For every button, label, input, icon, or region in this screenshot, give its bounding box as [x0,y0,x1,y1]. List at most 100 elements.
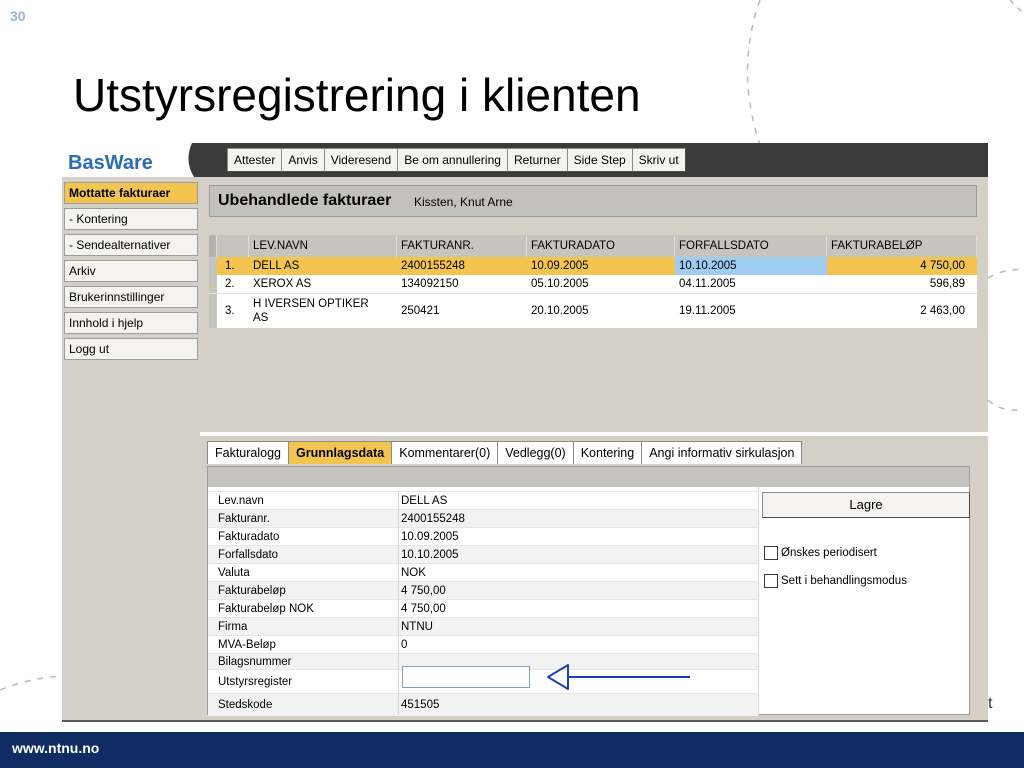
row-number: 1. [225,260,235,272]
detail-row: Lev.navn DELL AS [208,491,758,510]
tab-kontering[interactable]: Kontering [572,441,643,464]
attester-button[interactable]: Attester [227,148,283,172]
detail-label: Valuta [218,567,250,579]
footer-url[interactable]: www.ntnu.no [12,740,99,756]
row-forfallsdato: 10.10.2005 [675,257,827,275]
table-row[interactable]: 3. H IVERSEN OPTIKER AS 250421 20.10.200… [209,293,977,328]
row-fakturabelop: 4 750,00 [920,260,965,272]
nav-kontering[interactable]: - Kontering [64,208,198,230]
detail-value: 10.09.2005 [401,531,459,543]
tab-vedlegg[interactable]: Vedlegg(0) [497,441,574,464]
detail-header-strip [208,467,969,487]
grid-header-row: LEV.NAVN FAKTURANR. FAKTURADATO FORFALLS… [209,235,977,257]
lagre-button[interactable]: Lagre [762,492,970,518]
nav-innhold-i-hjelp[interactable]: Innhold i hjelp [64,312,198,334]
col-header-fakturabelop[interactable]: FAKTURABELØP [827,235,977,257]
row-fakturadato: 05.10.2005 [531,278,589,290]
row-selector-header [209,235,217,257]
detail-row: Forfallsdato 10.10.2005 [208,545,758,564]
detail-row: Fakturabeløp NOK 4 750,00 [208,599,758,618]
table-row[interactable]: 1. DELL AS 2400155248 10.09.2005 10.10.2… [209,257,977,275]
panel-divider [200,432,988,436]
basware-logo: BasWare [62,143,194,177]
detail-row: Fakturanr. 2400155248 [208,509,758,528]
slide-number: 30 [10,8,26,24]
nav-logg-ut[interactable]: Logg ut [64,338,198,360]
detail-value: 2400155248 [401,513,465,525]
toolbar: Attester Anvis Videresend Be om annuller… [227,148,686,172]
videresend-button[interactable]: Videresend [323,148,399,172]
row-lev-navn: H IVERSEN OPTIKER AS [253,298,369,324]
basware-app-window: BasWare Attester Anvis Videresend Be om … [62,143,988,722]
detail-value: 451505 [401,699,440,711]
returner-button[interactable]: Returner [506,148,568,172]
nav-sendealternativer[interactable]: - Sendealternativer [64,234,198,256]
row-fakturanr: 250421 [401,305,440,317]
row-lev-navn: DELL AS [253,260,300,272]
utstyrsregister-input[interactable] [402,666,530,688]
row-forfallsdato: 19.11.2005 [679,305,736,317]
row-fakturadato: 10.09.2005 [531,260,589,272]
row-fakturabelop: 596,89 [929,278,965,290]
detail-row: Valuta NOK [208,563,758,582]
logo-text: BasWare [68,152,153,174]
detail-label: Lev.navn [218,495,264,507]
detail-row: Firma NTNU [208,617,758,636]
anvis-button[interactable]: Anvis [281,148,325,172]
col-header-fakturadato[interactable]: FAKTURADATO [527,235,675,257]
detail-label: Bilagsnummer [218,656,292,668]
row-fakturabelop: 2 463,00 [920,305,965,317]
row-lev-navn: XEROX AS [253,278,312,290]
behandlingsmodus-checkbox[interactable] [764,574,778,588]
behandlingsmodus-option[interactable]: Sett i behandlingsmodus [764,574,907,588]
periodisert-option[interactable]: Ønskes periodisert [764,546,877,560]
col-header-forfallsdato[interactable]: FORFALLSDATO [675,235,827,257]
cropped-text-fragment: t [988,695,993,712]
list-header: Ubehandlede fakturaer Kissten, Knut Arne [209,185,977,217]
tab-angi-informativ-sirkulasjon[interactable]: Angi informativ sirkulasjon [641,441,803,464]
column-divider [398,491,399,715]
detail-label: Fakturadato [218,531,280,543]
detail-label: Stedskode [218,699,273,711]
detail-tabs: Fakturalogg Grunnlagsdata Kommentarer(0)… [207,441,803,464]
tab-kommentarer[interactable]: Kommentarer(0) [391,441,499,464]
nav-mottatte-fakturaer[interactable]: Mottatte fakturaer [64,182,198,204]
row-number: 2. [225,278,235,290]
skriv-ut-button[interactable]: Skriv ut [631,148,686,172]
column-divider [758,487,759,715]
periodisert-label: Ønskes periodisert [781,547,877,560]
periodisert-checkbox[interactable] [764,546,778,560]
detail-value: 0 [401,639,408,651]
top-bar: BasWare Attester Anvis Videresend Be om … [62,143,988,177]
detail-label: Fakturanr. [218,513,270,525]
col-header-lev-navn[interactable]: LEV.NAVN [249,235,397,257]
detail-label: Utstyrsregister [218,676,293,688]
tab-fakturalogg[interactable]: Fakturalogg [207,441,290,464]
detail-value: 4 750,00 [401,603,446,615]
list-title: Ubehandlede fakturaer [218,192,392,209]
detail-panel: Lev.navn DELL AS Fakturanr. 2400155248 F… [207,466,970,716]
col-header-no [217,235,249,257]
detail-row: MVA-Beløp 0 [208,635,758,654]
detail-value: DELL AS [401,495,448,507]
row-fakturanr: 134092150 [401,278,459,290]
nav-arkiv[interactable]: Arkiv [64,260,198,282]
detail-label: Forfallsdato [218,549,279,561]
nav-brukerinnstillinger[interactable]: Brukerinnstillinger [64,286,198,308]
detail-label: Fakturabeløp NOK [218,603,314,615]
row-number: 3. [225,305,235,317]
be-om-annullering-button[interactable]: Be om annullering [397,148,508,172]
left-arrow-icon [547,664,690,690]
detail-row: Stedskode 451505 [208,693,758,716]
col-header-fakturanr[interactable]: FAKTURANR. [397,235,527,257]
footer-bar [0,732,1024,768]
detail-label: MVA-Beløp [218,639,276,651]
sidebar-nav: Mottatte fakturaer - Kontering - Sendeal… [62,177,200,720]
detail-label: Fakturabeløp [218,585,286,597]
tab-grunnlagsdata[interactable]: Grunnlagsdata [288,441,393,464]
table-row[interactable]: 2. XEROX AS 134092150 05.10.2005 04.11.2… [209,275,977,293]
detail-label: Firma [218,621,248,633]
detail-row: Fakturabeløp 4 750,00 [208,581,758,600]
side-step-button[interactable]: Side Step [566,148,633,172]
detail-value: 10.10.2005 [401,549,459,561]
